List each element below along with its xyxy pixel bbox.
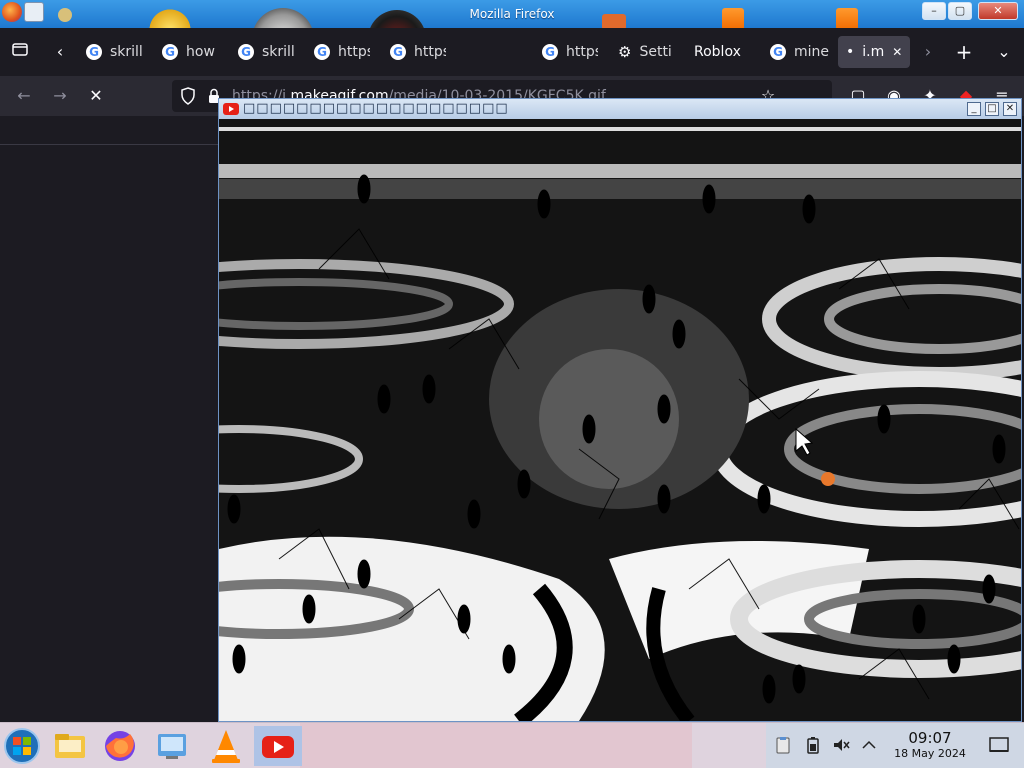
shield-icon[interactable]: [180, 87, 196, 109]
tab-strip: ‹ G skrill G how G skrill G https G http…: [0, 28, 1024, 76]
stop-loading-button[interactable]: ✕: [84, 84, 108, 108]
new-tab-button[interactable]: +: [952, 40, 976, 64]
tab-https-2[interactable]: G https: [382, 36, 446, 68]
google-icon: G: [238, 44, 254, 60]
youtube-taskbar-icon[interactable]: [254, 726, 302, 766]
google-icon: G: [162, 44, 178, 60]
tab-label: https: [566, 44, 598, 60]
maximize-button[interactable]: ▢: [948, 2, 972, 20]
tab-label: mine: [794, 44, 830, 60]
close-window-button[interactable]: ✕: [978, 2, 1018, 20]
os-window-titlebar: Mozilla Firefox – ▢ ✕: [0, 0, 1024, 28]
minimize-button[interactable]: –: [922, 2, 946, 20]
floating-close-button[interactable]: ✕: [1003, 102, 1017, 116]
chevron-up-icon[interactable]: [860, 736, 878, 754]
clipboard-tray-icon[interactable]: [774, 736, 792, 754]
taskbar-empty-area: [300, 723, 692, 768]
tab-label: skrill: [262, 44, 294, 60]
tab-skrill-2[interactable]: G skrill: [230, 36, 294, 68]
tab-https-3[interactable]: G https: [534, 36, 598, 68]
floating-window-titlebar[interactable]: □□□□□□□□□□□□□□□□□□□□ _ □ ✕: [219, 99, 1021, 119]
tab-label: Roblox: [694, 44, 741, 60]
os-window-title: Mozilla Firefox: [469, 7, 555, 21]
tab-active-makeagif[interactable]: • i.m ✕: [838, 36, 910, 68]
floating-maximize-button[interactable]: □: [985, 102, 999, 116]
battery-tray-icon[interactable]: [804, 736, 822, 754]
gif-image: [219, 119, 1021, 721]
tab-https-1[interactable]: G https: [306, 36, 370, 68]
content-divider: [0, 144, 218, 145]
google-icon: G: [770, 44, 786, 60]
loading-dot-icon: •: [846, 44, 855, 60]
tab-label: how: [186, 44, 215, 60]
vlc-icon[interactable]: [206, 726, 246, 766]
control-panel-icon[interactable]: [152, 726, 192, 766]
firefox-taskbar-icon[interactable]: [100, 726, 140, 766]
tab-how[interactable]: G how: [154, 36, 218, 68]
tab-mine[interactable]: G mine: [762, 36, 830, 68]
file-explorer-icon[interactable]: [50, 726, 90, 766]
youtube-icon: [223, 103, 239, 115]
gif-artwork: [219, 119, 1021, 721]
tab-label: i.m: [862, 44, 885, 60]
google-icon: G: [390, 44, 406, 60]
tab-settings[interactable]: ⚙ Setti: [610, 36, 674, 68]
tab-label: https: [338, 44, 370, 60]
firefox-view-icon[interactable]: [8, 40, 32, 64]
tab-roblox[interactable]: Roblox: [686, 36, 756, 68]
desktop-screen: Mozilla Firefox – ▢ ✕ ‹ G skrill G how G…: [0, 0, 1024, 768]
close-tab-icon[interactable]: ✕: [892, 45, 902, 59]
tab-label: skrill: [110, 44, 142, 60]
scroll-tabs-left-button[interactable]: ‹: [48, 40, 72, 64]
clock-date: 18 May 2024: [894, 747, 966, 760]
show-desktop-icon[interactable]: [988, 736, 1010, 754]
taskbar: 09:07 18 May 2024: [0, 722, 1024, 768]
taskbar-clock[interactable]: 09:07 18 May 2024: [882, 729, 978, 760]
tab-label: https: [414, 44, 446, 60]
forward-button[interactable]: →: [48, 84, 72, 108]
google-icon: G: [314, 44, 330, 60]
clock-time: 09:07: [908, 729, 952, 747]
gear-icon: ⚙: [618, 43, 632, 61]
tab-skrill-1[interactable]: G skrill: [78, 36, 142, 68]
scroll-tabs-right-button[interactable]: ›: [916, 40, 940, 64]
floating-window-title: □□□□□□□□□□□□□□□□□□□□: [243, 101, 509, 116]
start-orb-icon[interactable]: [2, 726, 42, 766]
tab-label: Setti: [639, 44, 672, 60]
google-icon: G: [542, 44, 558, 60]
list-all-tabs-button[interactable]: ⌄: [992, 40, 1016, 64]
volume-muted-icon[interactable]: [832, 736, 850, 754]
google-icon: G: [86, 44, 102, 60]
floating-minimize-button[interactable]: _: [967, 102, 981, 116]
page-content-area: [0, 116, 218, 722]
back-button[interactable]: ←: [12, 84, 36, 108]
floating-gif-window[interactable]: □□□□□□□□□□□□□□□□□□□□ _ □ ✕: [218, 98, 1022, 722]
